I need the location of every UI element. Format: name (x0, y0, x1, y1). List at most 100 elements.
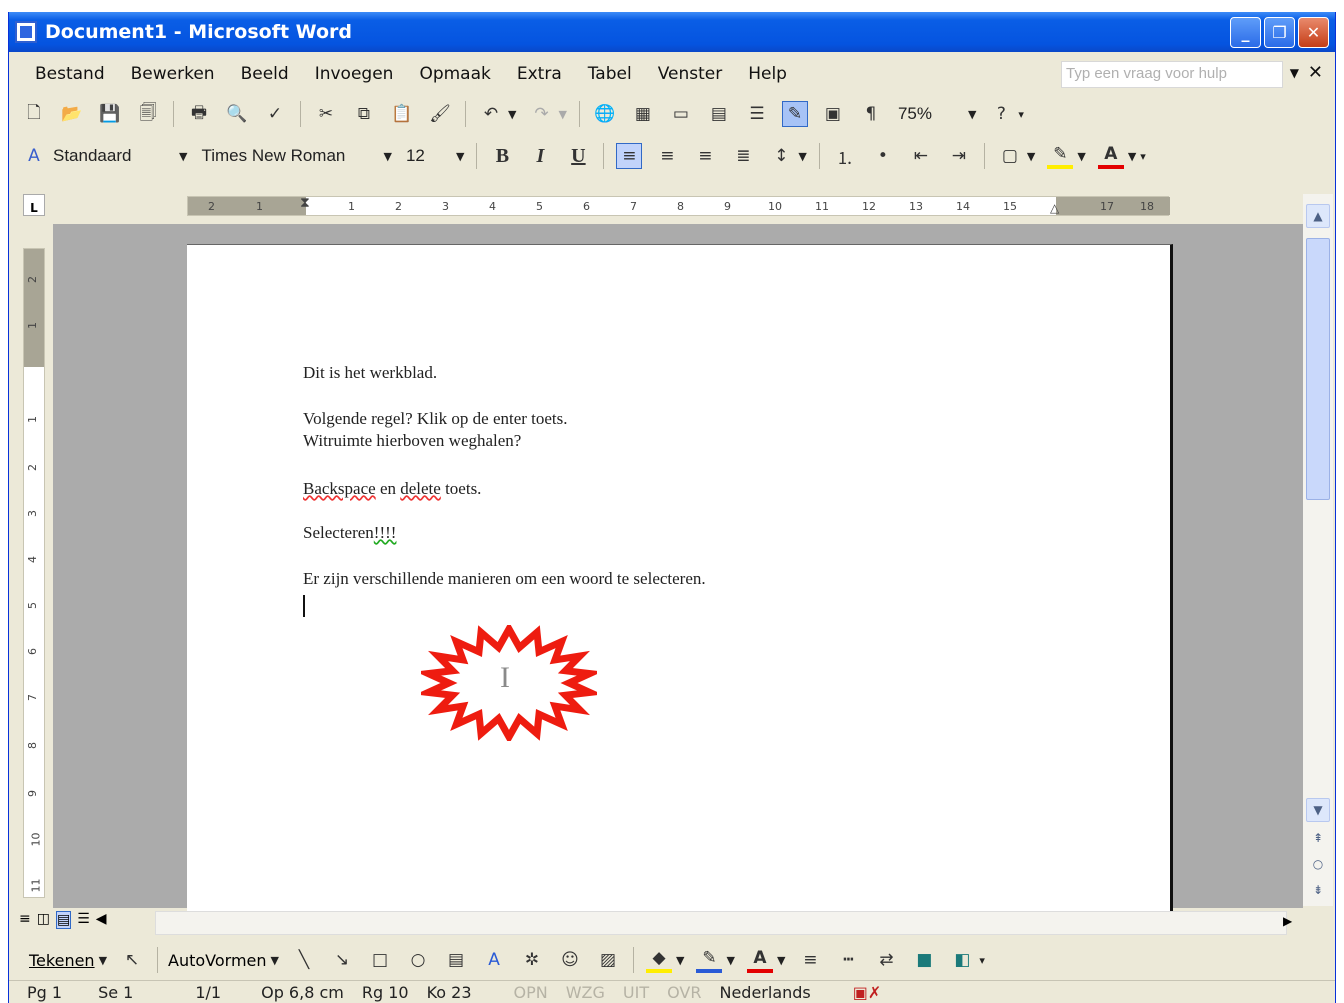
fill-color-dropdown-icon[interactable]: ▼ (676, 954, 684, 967)
format-painter-icon[interactable]: 🖌 (427, 101, 453, 127)
right-indent-marker[interactable]: △ (1050, 201, 1059, 215)
help-icon[interactable]: ? (988, 101, 1014, 127)
zoom-dropdown-icon[interactable]: ▼ (968, 108, 976, 121)
redo-icon[interactable]: ↷ (528, 101, 554, 127)
menu-bestand[interactable]: Bestand (35, 64, 105, 84)
underline-button[interactable]: U (565, 143, 591, 169)
status-overtype[interactable]: OVR (667, 983, 701, 1002)
previous-page-icon[interactable]: ⇞ (1306, 826, 1330, 850)
doc-line-4[interactable]: Backspace en delete toets. (303, 479, 481, 499)
select-objects-icon[interactable]: ↖ (119, 947, 145, 973)
scroll-up-button[interactable]: ▲ (1306, 204, 1330, 228)
doc-line-3[interactable]: Witruimte hierboven weghalen? (303, 431, 521, 451)
menu-opmaak[interactable]: Opmaak (419, 64, 490, 84)
zoom-select[interactable]: 75% (892, 101, 964, 127)
scroll-left-icon[interactable]: ◀ (96, 911, 107, 929)
tables-borders-icon[interactable]: ▦ (630, 101, 656, 127)
misspelled-word[interactable]: delete (400, 479, 441, 498)
font-size-dropdown-icon[interactable]: ▼ (456, 150, 464, 163)
numbering-icon[interactable]: ⒈ (832, 143, 858, 169)
doc-line-5[interactable]: Selecteren!!!! (303, 523, 396, 543)
status-language[interactable]: Nederlands (719, 983, 810, 1002)
shadow-icon[interactable]: ■ (911, 947, 937, 973)
vertical-ruler[interactable]: 2 1 1 2 3 4 5 6 7 8 9 10 11 (23, 248, 45, 898)
close-document-icon[interactable]: ✕ (1308, 62, 1323, 83)
autovormen-menu[interactable]: AutoVormen (168, 951, 267, 970)
paste-icon[interactable]: 📋 (389, 101, 415, 127)
spelling-status-icon[interactable]: ▣✗ (853, 983, 882, 1002)
undo-dropdown-icon[interactable]: ▼ (508, 108, 516, 121)
document-map-icon[interactable]: ▣ (820, 101, 846, 127)
style-select[interactable]: Standaard (47, 143, 175, 169)
status-track-changes[interactable]: WZG (566, 983, 605, 1002)
menu-help[interactable]: Help (748, 64, 787, 84)
open-icon[interactable]: 📂 (59, 101, 85, 127)
next-page-icon[interactable]: ⇟ (1306, 878, 1330, 902)
redo-dropdown-icon[interactable]: ▼ (558, 108, 566, 121)
vertical-scrollbar[interactable]: ▲ ▼ ⇞ ○ ⇟ (1303, 194, 1333, 906)
menu-beeld[interactable]: Beeld (241, 64, 289, 84)
horizontal-ruler[interactable]: 2 1 1 2 3 4 5 6 7 8 9 10 11 12 13 14 15 … (187, 195, 1170, 216)
close-button[interactable]: ✕ (1298, 17, 1329, 48)
arrow-style-icon[interactable]: ⇄ (873, 947, 899, 973)
formatting-options-icon[interactable]: ▾ (1140, 150, 1146, 163)
scroll-right-icon[interactable]: ▶ (1283, 914, 1292, 928)
show-formatting-icon[interactable]: ¶ (858, 101, 884, 127)
document-page[interactable]: Dit is het werkblad. Volgende regel? Kli… (187, 244, 1173, 924)
bold-button[interactable]: B (489, 143, 515, 169)
outline-view-icon[interactable]: ☰ (77, 911, 90, 929)
line-color-icon[interactable]: ✎ (696, 947, 723, 973)
horizontal-scrollbar[interactable] (155, 911, 1287, 935)
diagram-icon[interactable]: ✲ (519, 947, 545, 973)
help-question-input[interactable]: Typ een vraag voor hulp (1061, 61, 1283, 88)
undo-icon[interactable]: ↶ (478, 101, 504, 127)
toolbar-options-icon[interactable]: ▾ (1018, 108, 1024, 121)
scroll-down-button[interactable]: ▼ (1306, 798, 1330, 822)
print-preview-icon[interactable]: 🔍 (224, 101, 250, 127)
word-app-icon[interactable] (15, 21, 37, 43)
fill-color-icon[interactable]: ◆ (646, 947, 673, 973)
font-color-icon[interactable]: A (1097, 143, 1124, 169)
line-style-icon[interactable]: ≡ (797, 947, 823, 973)
dash-style-icon[interactable]: ┅ (835, 947, 861, 973)
new-document-icon[interactable]: 🗋 (21, 101, 47, 127)
restore-button[interactable]: ❐ (1264, 17, 1295, 48)
draw-font-color-dropdown-icon[interactable]: ▼ (777, 954, 785, 967)
border-dropdown-icon[interactable]: ▼ (1027, 150, 1035, 163)
tekenen-menu[interactable]: Tekenen (29, 951, 95, 970)
bullets-icon[interactable]: • (870, 143, 896, 169)
doc-line-6[interactable]: Er zijn verschillende manieren om een wo… (303, 569, 706, 589)
drawing-icon[interactable]: ✎ (781, 101, 808, 127)
scroll-thumb[interactable] (1306, 238, 1330, 500)
3d-icon[interactable]: ◧ (949, 947, 975, 973)
insert-table-icon[interactable]: ▭ (668, 101, 694, 127)
line-spacing-dropdown-icon[interactable]: ▼ (798, 150, 806, 163)
tekenen-dropdown-icon[interactable]: ▼ (99, 954, 107, 967)
drawing-options-icon[interactable]: ▾ (979, 954, 985, 967)
arrow-tool-icon[interactable]: ↘ (329, 947, 355, 973)
line-spacing-icon[interactable]: ↕ (768, 143, 794, 169)
highlight-icon[interactable]: ✎ (1047, 143, 1074, 169)
hyperlink-icon[interactable]: 🌐 (592, 101, 618, 127)
menu-venster[interactable]: Venster (658, 64, 723, 84)
menu-tabel[interactable]: Tabel (588, 64, 632, 84)
print-icon[interactable]: 🖶 (186, 101, 212, 127)
font-dropdown-icon[interactable]: ▼ (383, 150, 391, 163)
autovormen-dropdown-icon[interactable]: ▼ (271, 954, 279, 967)
line-color-dropdown-icon[interactable]: ▼ (726, 954, 734, 967)
minimize-button[interactable]: _ (1230, 17, 1261, 48)
columns-icon[interactable]: ☰ (744, 101, 770, 127)
tab-selector[interactable]: L (23, 194, 45, 216)
justify-icon[interactable]: ≣ (730, 143, 756, 169)
select-browse-object-icon[interactable]: ○ (1306, 852, 1330, 876)
draw-font-color-icon[interactable]: A (746, 947, 773, 973)
title-bar[interactable]: Document1 - Microsoft Word _ ❐ ✕ (9, 12, 1335, 52)
cut-icon[interactable]: ✂ (313, 101, 339, 127)
increase-indent-icon[interactable]: ⇥ (946, 143, 972, 169)
misspelled-word[interactable]: Backspace (303, 479, 376, 498)
align-left-icon[interactable]: ≡ (616, 143, 643, 169)
rectangle-tool-icon[interactable]: □ (367, 947, 393, 973)
doc-line-1[interactable]: Dit is het werkblad. (303, 363, 437, 383)
border-icon[interactable]: ▢ (997, 143, 1023, 169)
align-center-icon[interactable]: ≡ (654, 143, 680, 169)
